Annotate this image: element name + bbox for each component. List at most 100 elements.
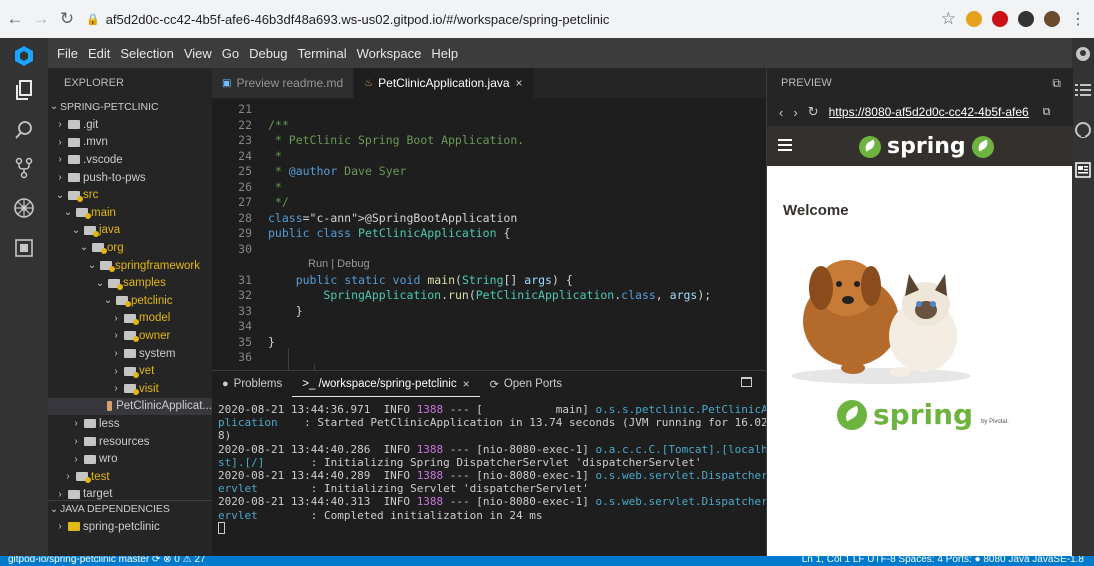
line-number: 33 <box>238 303 252 318</box>
github-octocat-icon[interactable] <box>1075 122 1091 138</box>
folder-item[interactable]: › .git <box>48 116 212 134</box>
address-url[interactable]: af5d2d0c-cc42-4b5f-afe6-46b3df48a693.ws-… <box>106 12 610 27</box>
folder-item[interactable]: › vet <box>48 362 212 380</box>
external-link-icon[interactable]: ⧉ <box>1043 106 1051 119</box>
project-section-header[interactable]: ⌄ SPRING-PETCLINIC <box>48 98 212 116</box>
gitpod-logo-icon[interactable] <box>12 44 36 68</box>
preview-url[interactable]: https://8080-af5d2d0c-cc42-4b5f-afe6-... <box>829 105 1029 119</box>
source-control-icon[interactable] <box>12 156 36 180</box>
folder-item[interactable]: ⌄ petclinic <box>48 292 212 310</box>
status-left[interactable]: gitpod-io/spring-petclinic master ⟳ ⊗ 0 … <box>8 556 205 565</box>
forward-icon[interactable]: › <box>793 105 797 120</box>
folder-item[interactable]: › .mvn <box>48 134 212 152</box>
code-editor[interactable]: 21 22 /** 23 * PetClinic Spring Boot Applic… <box>212 98 766 418</box>
browser-menu-icon[interactable]: ⋮ <box>1070 9 1086 29</box>
menu-debug[interactable]: Debug <box>244 46 292 61</box>
tree-item-label: springframework <box>115 259 200 272</box>
folder-icon <box>68 120 80 130</box>
code-line[interactable]: class="c-ann">@SpringBootApplication <box>268 211 517 227</box>
folder-item[interactable]: › visit <box>48 380 212 398</box>
file-item[interactable]: PetClinicApplicat... <box>48 397 212 416</box>
code-line[interactable]: } <box>268 304 303 320</box>
close-icon[interactable]: × <box>463 377 470 391</box>
folder-item[interactable]: ⌄ springframework <box>48 257 212 275</box>
code-line[interactable]: * PetClinic Spring Boot Application. <box>268 133 524 149</box>
tree-item-label: src <box>83 189 99 202</box>
folder-item[interactable]: › resources <box>48 433 212 451</box>
code-line[interactable]: public static void main(String[] args) { <box>268 273 573 289</box>
bottom-panel: ● Problems >_ /workspace/spring-petclini… <box>212 370 774 556</box>
folder-item[interactable]: › test <box>48 468 212 486</box>
code-line[interactable]: */ <box>268 195 289 211</box>
terminal-cursor[interactable] <box>218 521 225 534</box>
menu-file[interactable]: File <box>52 46 83 61</box>
menu-terminal[interactable]: Terminal <box>292 46 351 61</box>
menu-go[interactable]: Go <box>217 46 244 61</box>
forward-icon[interactable]: → <box>30 8 52 30</box>
hamburger-menu-icon[interactable] <box>778 139 792 151</box>
tab-open-ports[interactable]: ⟳ Open Ports <box>480 371 572 397</box>
files-icon[interactable] <box>12 78 36 102</box>
menu-selection[interactable]: Selection <box>115 46 178 61</box>
folder-item[interactable]: ⌄ src <box>48 186 212 204</box>
code-line[interactable]: SpringApplication.run(PetClinicApplicati… <box>268 288 711 304</box>
back-icon[interactable]: ← <box>4 8 26 30</box>
line-number: 24 <box>238 148 252 163</box>
folder-icon <box>124 331 139 343</box>
folder-item[interactable]: › push-to-pws <box>48 169 212 187</box>
back-icon[interactable]: ‹ <box>779 105 783 120</box>
java-file-icon <box>106 401 113 412</box>
open-external-icon[interactable]: ⧉ <box>1052 76 1061 91</box>
tree-item-label: .git <box>83 118 99 131</box>
dependency-item[interactable]: › spring-petclinic <box>48 518 212 536</box>
folder-item[interactable]: ⌄ samples <box>48 274 212 292</box>
puzzle-extension-icon[interactable] <box>1018 11 1034 27</box>
tree-item-label: PetClinicApplicat... <box>116 400 212 413</box>
status-right[interactable]: Ln 1, Col 1 LF UTF-8 Spaces: 4 Ports: ● … <box>802 556 1084 565</box>
folder-item[interactable]: › system <box>48 345 212 363</box>
folder-item[interactable]: ⌄ org <box>48 239 212 257</box>
spring-logo[interactable]: spring <box>859 134 994 159</box>
profile-avatar[interactable] <box>1044 11 1060 27</box>
reload-icon[interactable]: ↻ <box>808 104 819 120</box>
folder-item[interactable]: › wro <box>48 450 212 468</box>
code-line[interactable]: } <box>268 335 275 351</box>
menu-edit[interactable]: Edit <box>83 46 115 61</box>
folder-item[interactable]: › owner <box>48 327 212 345</box>
tab-preview-readme[interactable]: ▣ Preview readme.md <box>212 68 355 98</box>
remote-explorer-icon[interactable] <box>12 236 36 260</box>
menu-help[interactable]: Help <box>426 46 463 61</box>
line-number: 32 <box>238 288 252 302</box>
folder-item[interactable]: › .vscode <box>48 151 212 169</box>
folder-item[interactable]: › target <box>48 486 212 504</box>
menu-workspace[interactable]: Workspace <box>352 46 427 61</box>
folder-item[interactable]: ⌄ main <box>48 204 212 222</box>
folder-item[interactable]: ⌄ java <box>48 222 212 240</box>
folder-item[interactable]: › less <box>48 415 212 433</box>
extension-icon[interactable] <box>966 11 982 27</box>
extensions-icon[interactable] <box>12 196 36 220</box>
close-icon[interactable]: × <box>516 76 523 90</box>
code-line[interactable]: /** <box>268 118 289 134</box>
bookmark-star-icon[interactable]: ☆ <box>941 9 956 29</box>
preview-icon[interactable] <box>1075 162 1091 178</box>
menu-view[interactable]: View <box>179 46 217 61</box>
tab-problems[interactable]: ● Problems <box>212 371 292 397</box>
tab-terminal[interactable]: >_ /workspace/spring-petclinic × <box>292 371 480 397</box>
code-line[interactable]: * <box>268 149 282 165</box>
outline-icon[interactable] <box>1075 82 1091 98</box>
maximize-panel-icon[interactable] <box>741 377 752 387</box>
tab-petclinic-application[interactable]: ♨ PetClinicApplication.java × <box>354 68 534 98</box>
code-line[interactable]: * @author Dave Syer <box>268 164 407 180</box>
right-side-bar <box>1072 38 1094 556</box>
reload-icon[interactable]: ↻ <box>56 8 78 30</box>
github-icon[interactable] <box>1075 46 1091 62</box>
code-lens-run-debug[interactable]: Run | Debug <box>308 257 370 273</box>
folder-item[interactable]: › model <box>48 310 212 328</box>
address-bar[interactable]: 🔒 af5d2d0c-cc42-4b5f-afe6-46b3df48a693.w… <box>86 6 986 32</box>
search-icon[interactable] <box>12 118 36 142</box>
code-line[interactable]: public class PetClinicApplication { <box>268 226 510 242</box>
terminal-output[interactable]: 2020-08-21 13:44:36.971 INFO 1388 --- [ … <box>218 403 774 535</box>
code-line[interactable]: * <box>268 180 282 196</box>
opera-extension-icon[interactable] <box>992 11 1008 27</box>
